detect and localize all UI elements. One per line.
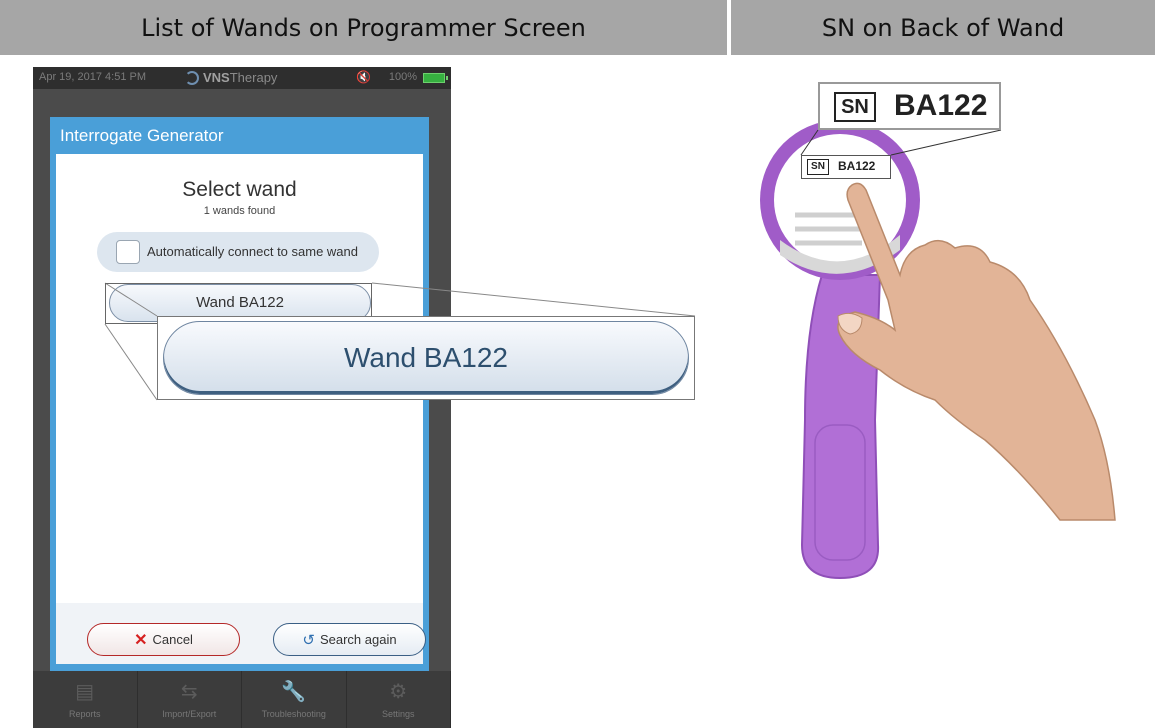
sn-zoom-line-right: [890, 129, 1002, 156]
sn-value-large: BA122: [894, 89, 988, 122]
sn-label-small: SN BA122: [801, 155, 891, 179]
pointing-hand: [837, 182, 1116, 521]
sn-callout-large: SN BA122: [818, 82, 1001, 130]
sn-value-small: BA122: [838, 159, 876, 173]
sn-tag-large: SN: [834, 92, 876, 122]
sn-tag-small: SN: [807, 159, 829, 175]
